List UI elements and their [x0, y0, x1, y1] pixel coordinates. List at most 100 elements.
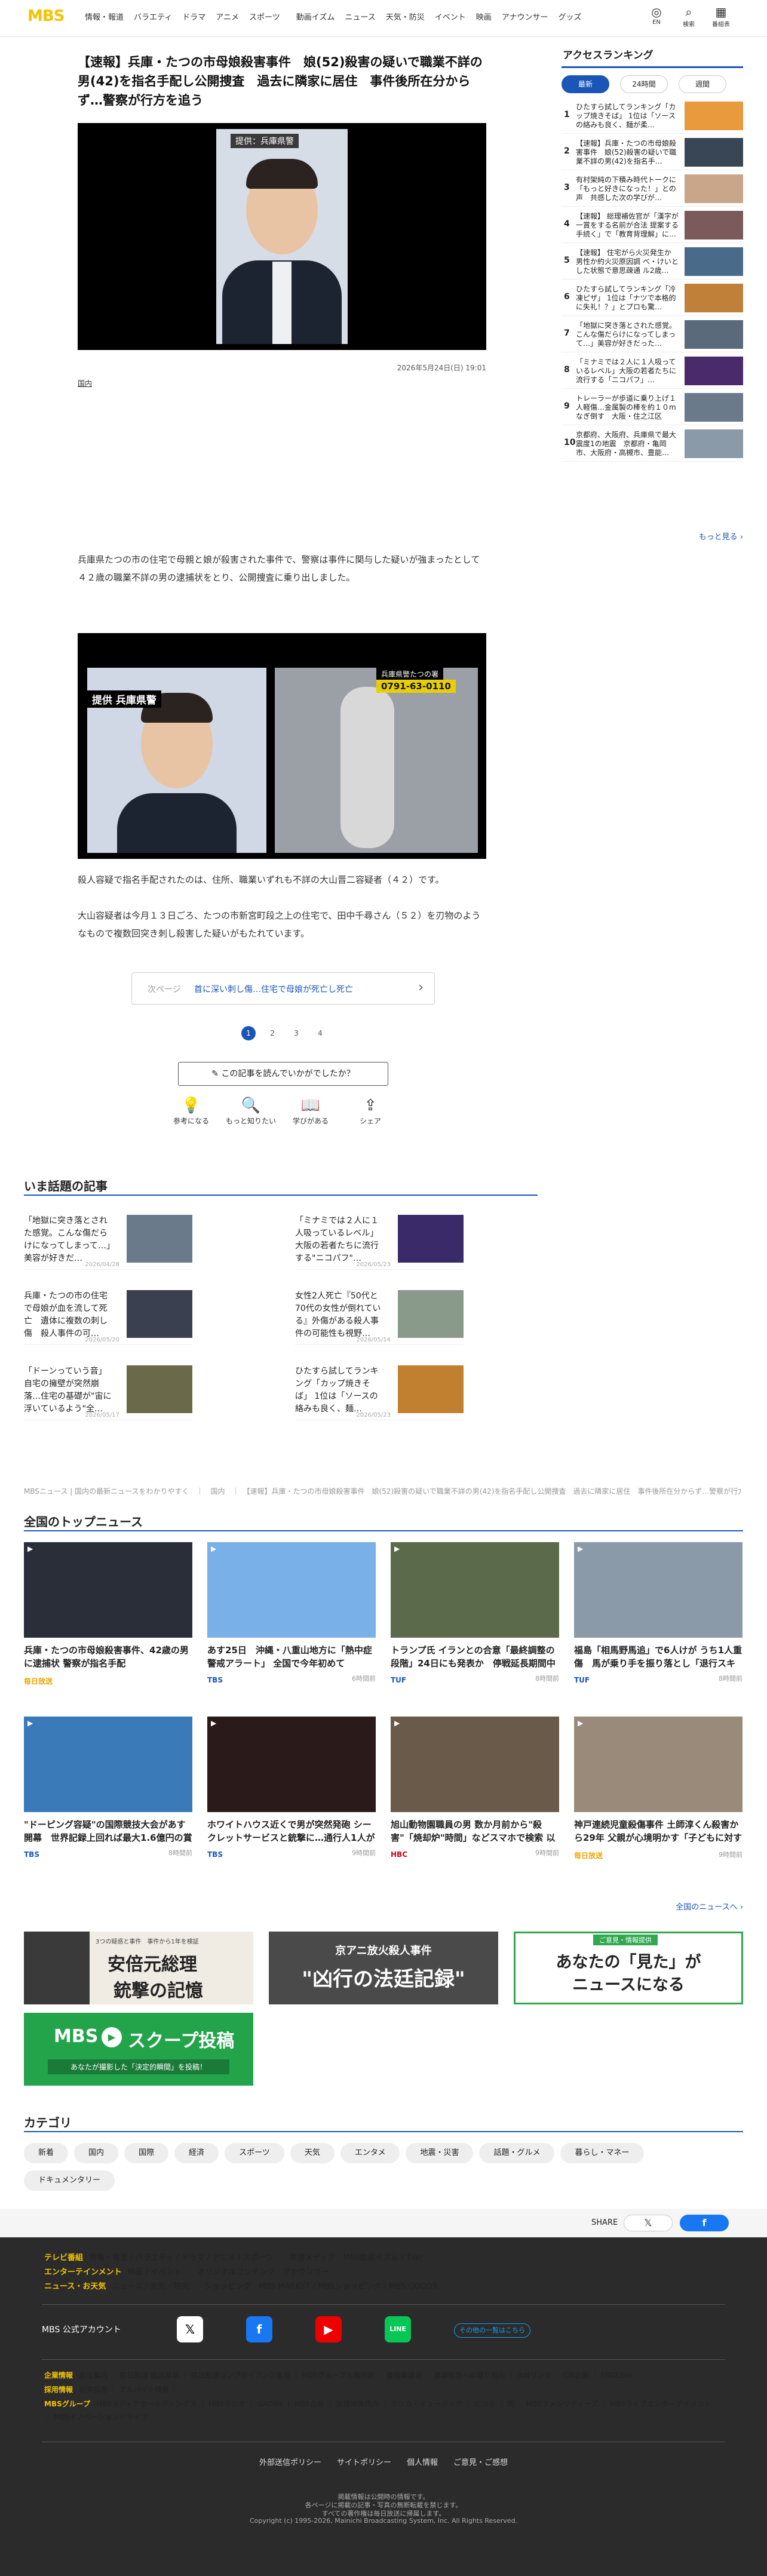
article-paragraph-3: 大山容疑者は今月１３日ごろ、たつの市新宮町段之上の住宅で、田中千尋さん（５２）を… — [78, 910, 481, 939]
ranking-tab[interactable]: 最新 — [562, 75, 609, 93]
nav-item[interactable]: 映画 — [476, 11, 492, 22]
category-chip[interactable]: 経済 — [174, 2143, 219, 2163]
nav-item[interactable]: 動画イズム — [296, 11, 335, 22]
category-chip[interactable]: 新着 — [24, 2143, 69, 2163]
footer-link-row[interactable]: MBSグループ MBSメディアホールディングス ｜ MBSラジオ ｜ GAORA … — [44, 2397, 719, 2424]
banner-tips[interactable]: ご意見・情報提供 あなたの「見た」が ニュースになる — [514, 1932, 743, 2004]
news-headline: 兵庫・たつの市母娘殺害事件、42歳の男に逮捕状 警察が指名手配 — [24, 1645, 189, 1669]
nav-item[interactable]: 天気・防災 — [386, 11, 425, 22]
category-chip[interactable]: 話題・グルメ — [479, 2143, 555, 2163]
rank-title: ひたすら試してランキング「カップ焼きそば」 1位は「ソースの絡みも良く、麺が柔… — [576, 103, 676, 129]
trending-article[interactable]: 「地獄に突き落とされた感覚。こんな傷だらけになってしまって…」美容が好きだ… 20… — [24, 1210, 192, 1270]
ranking-item[interactable]: 9 トレーラーが歩道に乗り上げ１人軽傷…金属製の棒を約１０mなぎ倒す 大阪・住之江… — [562, 389, 743, 425]
nav-item[interactable]: ニュース — [345, 11, 375, 22]
category-chip[interactable]: ドキュメンタリー — [24, 2170, 115, 2191]
nav-item[interactable]: イベント — [435, 11, 466, 22]
rank-title: ひたすら試してランキング「冷凍ピザ」 1位は「ナツで本格的に失礼！？」とプロも驚… — [576, 285, 676, 311]
ranking-item[interactable]: 8 「ミナミでは２人に１人吸っているレベル」大阪の若者たちに流行する「ニコパフ」… — [562, 353, 743, 389]
category-chip[interactable]: 地震・災害 — [406, 2143, 474, 2163]
footer-link-row[interactable]: 企業情報 会社案内 ｜ 毎日放送 放送基準 ｜ 毎日放送コンプライアンス憲章 ｜ … — [44, 2369, 719, 2382]
page-4[interactable]: 4 — [313, 1026, 327, 1040]
category-chip[interactable]: 国内 — [74, 2143, 119, 2163]
news-card[interactable]: ▶ 旭山動物園職員の男 数か月前から"殺害"「焼却炉"時間」などスマホで検索 以前… — [391, 1717, 559, 1859]
news-source: 毎日放送 — [574, 1852, 603, 1860]
photo-caption: 提供：兵庫県警 — [231, 134, 299, 148]
nav-item[interactable]: バラエティ — [134, 11, 172, 22]
footer-nav-row[interactable]: ニュース・お天気 ニュース / 天気・防災 ショッピング MBS MARKET /… — [44, 2280, 719, 2293]
banner-scoop[interactable]: MBS ▶ スクープ投稿 あなたが撮影した「決定的瞬間」を投稿！ — [24, 2013, 253, 2086]
trending-article[interactable]: ひたすら試してランキング「カップ焼きそば」 1位は「ソースの絡みも良く、麺… 20… — [295, 1361, 464, 1420]
reaction-label: シェア — [359, 1117, 381, 1125]
ranking-tab[interactable]: 週間 — [679, 75, 726, 93]
ranking-item[interactable]: 4 【速報】 総理補佐官が「漢字が一賞をする名前が合法 提案する手続く」で「教育背… — [562, 207, 743, 243]
nav-item[interactable]: アニメ — [216, 11, 239, 22]
nav-item[interactable]: アナウンサー — [502, 11, 548, 22]
news-card[interactable]: ▶ "ドーピング容疑"の国際競技大会があす開幕 世界記録上回れば最大1.6億円の賞… — [24, 1717, 192, 1859]
ranking-item[interactable]: 5 【速報】 住宅がら火災発生か 男性か約火災原因調 べ・けいとした状態で意思疎通… — [562, 244, 743, 280]
news-headline: あす25日 沖縄・八重山地方に「熱中症警戒アラート」 全国で今年初めて — [207, 1645, 372, 1669]
news-card[interactable]: ▶ 神戸連続児童殺傷事件 土師淳くん殺害から29年 父親が心境明かす「子どもに対す… — [574, 1717, 743, 1860]
next-page-link[interactable]: 次ページ 首に深い刺し傷…住宅で母娘が死亡し死亡 › — [131, 972, 435, 1005]
calendar-button[interactable]: ▦ 番組表 — [705, 5, 737, 28]
category-chip[interactable]: エンタメ — [340, 2143, 400, 2163]
category-chip[interactable]: 暮らし・マネー — [560, 2143, 644, 2163]
category-chip[interactable]: 天気 — [290, 2143, 335, 2163]
banner-kyoani[interactable]: 京アニ放火殺人事件 "凶行の法廷記録" — [269, 1932, 498, 2004]
reaction-1[interactable]: 🔍 もっと知りたい — [221, 1095, 281, 1126]
footer-link-row[interactable]: 採用情報 新卒採用 ｜ アルバイト情報 — [44, 2383, 719, 2396]
ranking-tab[interactable]: 24時間 — [620, 75, 668, 93]
facebook-account-icon[interactable]: f — [246, 2316, 272, 2342]
reaction-0[interactable]: 💡 参考になる — [161, 1095, 221, 1126]
nav-item[interactable]: ドラマ — [182, 11, 205, 22]
x-share-button[interactable]: 𝕏 — [624, 2215, 673, 2231]
ranking-item[interactable]: 10 京都府、大阪府、兵庫県で最大震度1の地震 京都府・亀岡市、大阪府・高槻市、豊… — [562, 426, 743, 462]
trending-article[interactable]: 兵庫・たつの市の住宅で母娘が血を流して死亡 遺体に複数の刺し傷 殺人事件の可… 2… — [24, 1285, 192, 1345]
news-card[interactable]: ▶ あす25日 沖縄・八重山地方に「熱中症警戒アラート」 全国で今年初めて TBS 6… — [207, 1542, 376, 1684]
mbs-logo[interactable]: MBS — [27, 7, 65, 25]
page-1[interactable]: 1 — [241, 1026, 256, 1040]
nav-item[interactable]: 情報・報道 — [85, 11, 124, 22]
more-accounts-link[interactable]: その他の一覧はこちら — [454, 2323, 530, 2338]
banner-abe[interactable]: 3つの疑惑と事件 事件から1年を検証 安倍元総理 銃撃の記憶 — [24, 1932, 253, 2004]
youtube-account-icon[interactable]: ▶ — [315, 2316, 342, 2342]
category-chip[interactable]: スポーツ — [225, 2143, 284, 2163]
reaction-2[interactable]: 📖 学びがある — [281, 1095, 340, 1126]
globe-button[interactable]: ◎ EN — [640, 5, 673, 28]
banner-kyoani-l2: "凶行の法廷記録" — [302, 1967, 465, 1991]
category-chip[interactable]: 国際 — [124, 2143, 169, 2163]
footer-nav-row[interactable]: テレビ番組 情報・報道 / バラエティ / ドラマ / アニメ / スポーツ 関連… — [44, 2252, 719, 2265]
topnews-more-link[interactable]: 全国のニュースへ › — [676, 1900, 743, 1912]
trending-divider — [24, 1195, 538, 1196]
news-card[interactable]: ▶ トランプ氏 イランとの合意「最終調整の段階」24日にも発表か 停戦延長期間中の… — [391, 1542, 559, 1684]
nav-item[interactable]: グッズ — [559, 11, 582, 22]
news-time: 9時間前 — [719, 1851, 743, 1859]
trending-article[interactable]: 「ミナミでは２人に１人吸っているレベル」大阪の若者たちに流行する"ニコパフ"… 2… — [295, 1210, 464, 1270]
ranking-item[interactable]: 3 有村架純の下積み時代トークに「もっと好きになった！」との声 共感した次の学びが… — [562, 171, 743, 207]
page-2[interactable]: 2 — [265, 1026, 280, 1040]
news-thumbnail: ▶ — [574, 1542, 743, 1638]
ranking-item[interactable]: 7 「地獄に突き落とされた感覚。こんな傷だらけになってしまって…」美容が好きだった… — [562, 317, 743, 352]
footer-nav-row[interactable]: エンターテインメント 映画 / イベント オリジナルコンテンツ アナウンサー — [44, 2266, 719, 2279]
facebook-share-button[interactable]: f — [680, 2215, 729, 2231]
news-headline: 神戸連続児童殺傷事件 土師淳くん殺害から29年 父親が心境明かす「子どもに対する… — [574, 1819, 743, 1843]
trending-article[interactable]: 「ドーンっていう音」自宅の擁壁が突然崩落…住宅の基礎が"宙に浮いているよう"全…… — [24, 1361, 192, 1420]
nav-item[interactable]: スポーツ — [249, 11, 280, 22]
ranking-more-link[interactable]: もっと見る › — [699, 530, 743, 542]
ranking-item[interactable]: 2 【速報】兵庫・たつの市母娘殺害事件 娘(52)殺害の疑いで職業不詳の男(42)… — [562, 134, 743, 170]
category-link[interactable]: 国内 — [78, 378, 92, 388]
page-3[interactable]: 3 — [289, 1026, 303, 1040]
reaction-3[interactable]: ⇪ シェア — [340, 1095, 400, 1126]
ranking-item[interactable]: 6 ひたすら試してランキング「冷凍ピザ」 1位は「ナツで本格的に失礼！？」とプロも… — [562, 280, 743, 316]
trending-thumbnail — [127, 1290, 192, 1338]
search-button[interactable]: ⌕ 検索 — [673, 5, 705, 28]
footer-policy-links[interactable]: 外部送信ポリシー サイトポリシー 個人情報 ご意見・ご感想 — [0, 2456, 767, 2467]
trending-article[interactable]: 女性2人死亡『50代と70代の女性が倒れている』外傷がある殺人事件の可能性も視野… — [295, 1285, 464, 1345]
news-card[interactable]: ▶ 福島「相馬野馬追」で6人けが うち1人重傷 馬が乗り手を振り落とし「退行スキを… — [574, 1542, 743, 1684]
line-account-icon[interactable]: LINE — [385, 2316, 411, 2342]
x-account-icon[interactable]: 𝕏 — [177, 2316, 203, 2342]
news-card[interactable]: ▶ ホワイトハウス近くで男が突然発砲 シークレットサービスと銃撃に…通行人1人が負… — [207, 1717, 376, 1859]
ranking-item[interactable]: 1 ひたすら試してランキング「カップ焼きそば」 1位は「ソースの絡みも良く、麺が柔… — [562, 98, 743, 134]
news-card[interactable]: ▶ 兵庫・たつの市母娘殺害事件、42歳の男に逮捕状 警察が指名手配 毎日放送 — [24, 1542, 192, 1686]
article-paragraph-2: 殺人容疑で指名手配されたのは、住所、職業いずれも不詳の大山晋二容疑者（４２）です… — [78, 874, 444, 885]
footer-link-text: 会社案内 ｜ 毎日放送 放送基準 ｜ 毎日放送コンプライアンス憲章 ｜ MBSグ… — [79, 2371, 633, 2380]
